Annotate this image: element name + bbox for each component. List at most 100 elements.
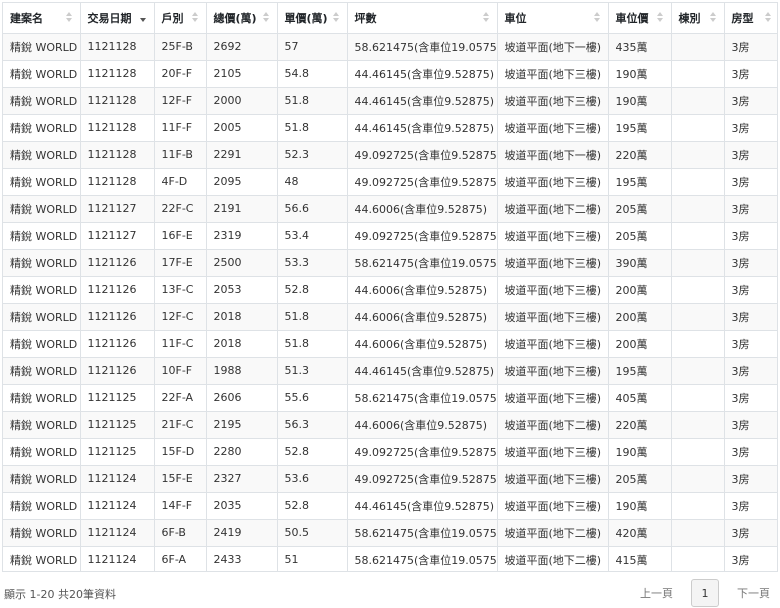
table-row[interactable]: 精銳 WORLD 1121125 22F-A 2606 55.6 58.621475(含車… <box>3 384 777 412</box>
sort-both-icon[interactable] <box>262 12 269 24</box>
sort-both-icon[interactable] <box>765 12 771 24</box>
cell-trade-date: 1121126 <box>80 357 155 385</box>
next-page-button[interactable]: 下一頁 <box>731 585 776 601</box>
sort-both-icon[interactable] <box>65 12 72 24</box>
cell-total-price: 2692 <box>206 33 278 61</box>
table-row[interactable]: 精銳 WORLD 1121128 11F-B 2291 52.3 49.092725(含車… <box>3 141 777 169</box>
sort-both-icon[interactable] <box>332 12 339 24</box>
col-total-price-header[interactable]: 總價(萬) <box>206 3 278 34</box>
cell-area: 44.46145(含車位9.52875) <box>347 60 498 88</box>
col-project-name-header[interactable]: 建案名 <box>3 3 81 34</box>
table-row[interactable]: 精銳 WORLD 1121128 25F-B 2692 57 58.621475(含車位1… <box>3 33 777 61</box>
cell-parking: 坡道平面(地下三樓) <box>497 438 609 466</box>
cell-building <box>671 276 725 304</box>
cell-unit-price: 51 <box>277 546 348 571</box>
cell-total-price: 2035 <box>206 492 278 520</box>
cell-parking-price: 190萬 <box>608 438 672 466</box>
table-row[interactable]: 精銳 WORLD 1121128 11F-F 2005 51.8 44.46145(含車位… <box>3 114 777 142</box>
table-row[interactable]: 精銳 WORLD 1121126 10F-F 1988 51.3 44.46145(含車位… <box>3 357 777 385</box>
cell-room-type: 3房 <box>724 195 777 223</box>
table-row[interactable]: 精銳 WORLD 1121126 11F-C 2018 51.8 44.6006(含車位9… <box>3 330 777 358</box>
cell-unit: 13F-C <box>154 276 207 304</box>
table-row[interactable]: 精銳 WORLD 1121128 4F-D 2095 48 49.092725(含車位9.… <box>3 168 777 196</box>
cell-area: 44.46145(含車位9.52875) <box>347 87 498 115</box>
table-row[interactable]: 精銳 WORLD 1121124 15F-E 2327 53.6 49.092725(含車… <box>3 465 777 493</box>
table-row[interactable]: 精銳 WORLD 1121127 22F-C 2191 56.6 44.6006(含車位9… <box>3 195 777 223</box>
cell-building <box>671 411 725 439</box>
col-parking-header[interactable]: 車位 <box>497 3 609 34</box>
sort-both-icon[interactable] <box>656 12 663 24</box>
sort-both-icon[interactable] <box>191 12 198 24</box>
column-header-label: 坪數 <box>354 11 377 25</box>
cell-trade-date: 1121128 <box>80 114 155 142</box>
cell-unit-price: 56.6 <box>277 195 348 223</box>
cell-area: 44.6006(含車位9.52875) <box>347 330 498 358</box>
cell-unit: 6F-A <box>154 546 207 571</box>
cell-parking-price: 190萬 <box>608 60 672 88</box>
cell-building <box>671 249 725 277</box>
col-room-type-header[interactable]: 房型 <box>724 3 777 34</box>
column-header-label: 建案名 <box>10 11 43 25</box>
cell-total-price: 1988 <box>206 357 278 385</box>
page-button-current[interactable]: 1 <box>691 579 719 607</box>
table-row[interactable]: 精銳 WORLD 1121125 21F-C 2195 56.3 44.6006(含車位9… <box>3 411 777 439</box>
table-row[interactable]: 精銳 WORLD 1121124 14F-F 2035 52.8 44.46145(含車位… <box>3 492 777 520</box>
col-building-header[interactable]: 棟別 <box>671 3 725 34</box>
cell-unit: 17F-E <box>154 249 207 277</box>
cell-unit: 22F-C <box>154 195 207 223</box>
col-parking-price-header[interactable]: 車位價 <box>608 3 672 34</box>
cell-total-price: 2005 <box>206 114 278 142</box>
cell-room-type: 3房 <box>724 168 777 196</box>
table-row[interactable]: 精銳 WORLD 1121126 17F-E 2500 53.3 58.621475(含車… <box>3 249 777 277</box>
cell-area: 49.092725(含車位9.52875) <box>347 141 498 169</box>
cell-trade-date: 1121128 <box>80 87 155 115</box>
table-row[interactable]: 精銳 WORLD 1121125 15F-D 2280 52.8 49.092725(含車… <box>3 438 777 466</box>
cell-trade-date: 1121128 <box>80 60 155 88</box>
cell-total-price: 2095 <box>206 168 278 196</box>
transactions-table-container: 建案名 交易日期 戶別 總價(萬) 單價(萬) 坪數 車位 車位價 棟別 房型 精銳 WORLD 1… <box>2 2 778 572</box>
table-row[interactable]: 精銳 WORLD 1121127 16F-E 2319 53.4 49.092725(含車… <box>3 222 777 250</box>
col-area-header[interactable]: 坪數 <box>347 3 498 34</box>
cell-area: 49.092725(含車位9.52875) <box>347 465 498 493</box>
cell-project-name: 精銳 WORLD <box>3 33 81 61</box>
cell-area: 44.6006(含車位9.52875) <box>347 276 498 304</box>
cell-room-type: 3房 <box>724 141 777 169</box>
cell-unit: 21F-C <box>154 411 207 439</box>
pagination-info: 顯示 1-20 共20筆資料 <box>4 588 116 601</box>
table-row[interactable]: 精銳 WORLD 1121128 20F-F 2105 54.8 44.46145(含車位… <box>3 60 777 88</box>
col-trade-date-header[interactable]: 交易日期 <box>80 3 155 34</box>
cell-trade-date: 1121127 <box>80 195 155 223</box>
cell-project-name: 精銳 WORLD <box>3 87 81 115</box>
cell-parking: 坡道平面(地下三樓) <box>497 276 609 304</box>
cell-unit: 20F-F <box>154 60 207 88</box>
cell-unit: 22F-A <box>154 384 207 412</box>
cell-parking-price: 195萬 <box>608 114 672 142</box>
table-row[interactable]: 精銳 WORLD 1121126 12F-C 2018 51.8 44.6006(含車位9… <box>3 303 777 331</box>
cell-project-name: 精銳 WORLD <box>3 411 81 439</box>
cell-room-type: 3房 <box>724 519 777 547</box>
col-unit-price-header[interactable]: 單價(萬) <box>277 3 348 34</box>
cell-unit-price: 52.8 <box>277 492 348 520</box>
table-row[interactable]: 精銳 WORLD 1121124 6F-A 2433 51 58.621475(含車位19… <box>3 546 777 571</box>
sort-both-icon[interactable] <box>482 12 489 24</box>
cell-room-type: 3房 <box>724 114 777 142</box>
sort-both-icon[interactable] <box>709 12 716 24</box>
sort-both-icon[interactable] <box>593 12 600 24</box>
table-row[interactable]: 精銳 WORLD 1121126 13F-C 2053 52.8 44.6006(含車位9… <box>3 276 777 304</box>
cell-unit-price: 52.3 <box>277 141 348 169</box>
cell-unit: 15F-E <box>154 465 207 493</box>
cell-trade-date: 1121128 <box>80 141 155 169</box>
table-row[interactable]: 精銳 WORLD 1121124 6F-B 2419 50.5 58.621475(含車位… <box>3 519 777 547</box>
cell-building <box>671 195 725 223</box>
cell-total-price: 2053 <box>206 276 278 304</box>
cell-building <box>671 168 725 196</box>
prev-page-button[interactable]: 上一頁 <box>634 585 679 601</box>
cell-area: 44.46145(含車位9.52875) <box>347 357 498 385</box>
cell-unit-price: 50.5 <box>277 519 348 547</box>
cell-parking-price: 205萬 <box>608 465 672 493</box>
cell-unit: 12F-C <box>154 303 207 331</box>
table-row[interactable]: 精銳 WORLD 1121128 12F-F 2000 51.8 44.46145(含車位… <box>3 87 777 115</box>
cell-room-type: 3房 <box>724 411 777 439</box>
sort-desc-icon[interactable] <box>139 12 146 24</box>
col-unit-header[interactable]: 戶別 <box>154 3 207 34</box>
